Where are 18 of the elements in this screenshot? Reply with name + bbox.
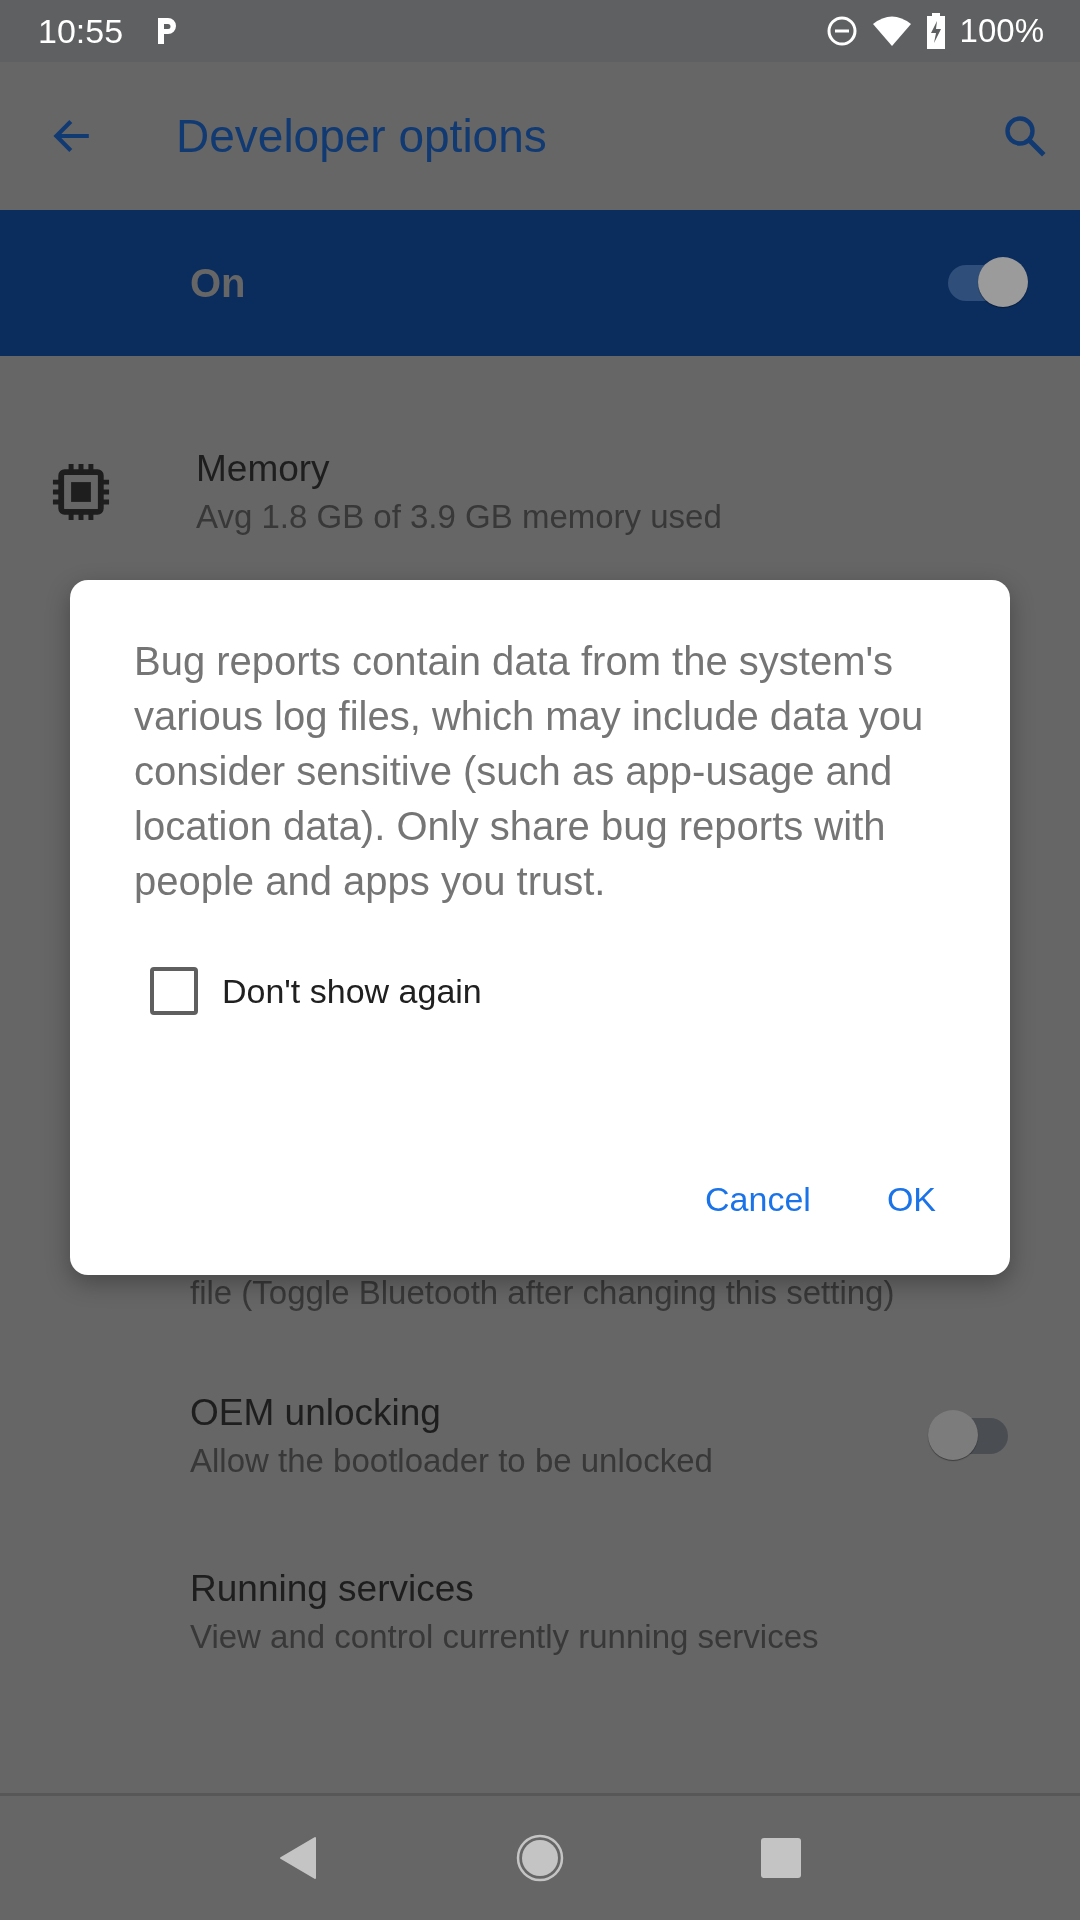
home-icon[interactable]	[516, 1834, 564, 1882]
setting-title: OEM unlocking	[190, 1392, 442, 1434]
recents-icon[interactable]	[761, 1838, 802, 1878]
dialog-button[interactable]: OK	[868, 1164, 954, 1235]
switch-label: On	[190, 260, 246, 306]
setting-title: Memory	[196, 448, 331, 490]
dialog-message: Bug reports contain data from the system's various log files, which may include data you consider sensitive (such as app-usage and location data). Only share bug reports with people and apps you trust.	[134, 638, 925, 905]
setting-title: Running services	[190, 1568, 475, 1610]
do-not-disturb-icon	[825, 15, 858, 47]
battery-level: 100%	[959, 12, 1044, 50]
page-title: Developer options	[176, 109, 547, 163]
clock: 10:55	[38, 11, 124, 51]
back-icon[interactable]	[278, 1836, 319, 1880]
battery-icon	[925, 13, 946, 49]
checkbox-label[interactable]: Don't show again	[222, 971, 482, 1011]
dialog-button[interactable]: Cancel	[687, 1164, 829, 1235]
checkbox[interactable]	[150, 967, 198, 1015]
wifi-icon	[871, 15, 912, 47]
